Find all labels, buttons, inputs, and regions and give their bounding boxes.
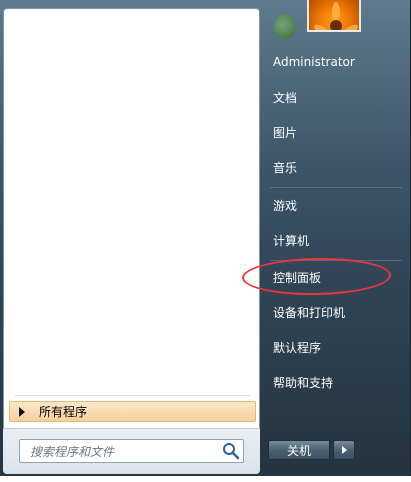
start-menu: 所有程序 搜索程序和文件 Administrator 文档 图片 音乐 游戏 计… — [0, 0, 411, 482]
search-input[interactable]: 搜索程序和文件 — [19, 439, 244, 463]
pictures-item[interactable]: 图片 — [266, 118, 406, 146]
all-programs-button[interactable]: 所有程序 — [9, 401, 256, 422]
shutdown-options-button[interactable] — [333, 440, 355, 460]
flower-icon — [314, 2, 358, 30]
search-placeholder: 搜索程序和文件 — [30, 444, 115, 459]
games-label: 游戏 — [273, 198, 298, 213]
magnifier-icon[interactable] — [221, 441, 241, 461]
right-triangle-icon — [341, 446, 347, 454]
user-name-item[interactable]: Administrator — [266, 48, 406, 76]
help-support-label: 帮助和支持 — [273, 375, 334, 390]
computer-item[interactable]: 计算机 — [266, 226, 406, 254]
default-programs-label: 默认程序 — [273, 340, 322, 355]
music-item[interactable]: 音乐 — [266, 153, 406, 181]
games-item[interactable]: 游戏 — [266, 191, 406, 219]
default-programs-item[interactable]: 默认程序 — [266, 333, 406, 361]
all-programs-label: 所有程序 — [39, 405, 88, 419]
bottom-edge — [0, 476, 411, 482]
devices-printers-item[interactable]: 设备和打印机 — [266, 298, 406, 326]
pictures-label: 图片 — [273, 125, 298, 140]
computer-label: 计算机 — [273, 233, 310, 248]
help-support-item[interactable]: 帮助和支持 — [266, 368, 406, 396]
search-area: 搜索程序和文件 — [3, 428, 260, 474]
shutdown-button[interactable]: 关机 — [268, 440, 330, 460]
music-label: 音乐 — [273, 160, 298, 175]
devices-printers-label: 设备和打印机 — [273, 305, 346, 320]
faded-program-icon — [274, 14, 296, 40]
programs-divider — [15, 395, 250, 396]
documents-label: 文档 — [273, 90, 298, 105]
menu-separator — [270, 187, 402, 188]
right-triangle-icon — [19, 406, 25, 417]
user-picture[interactable] — [307, 0, 361, 32]
documents-item[interactable]: 文档 — [266, 83, 406, 111]
user-name-label: Administrator — [273, 55, 355, 69]
shutdown-label: 关机 — [286, 443, 311, 458]
